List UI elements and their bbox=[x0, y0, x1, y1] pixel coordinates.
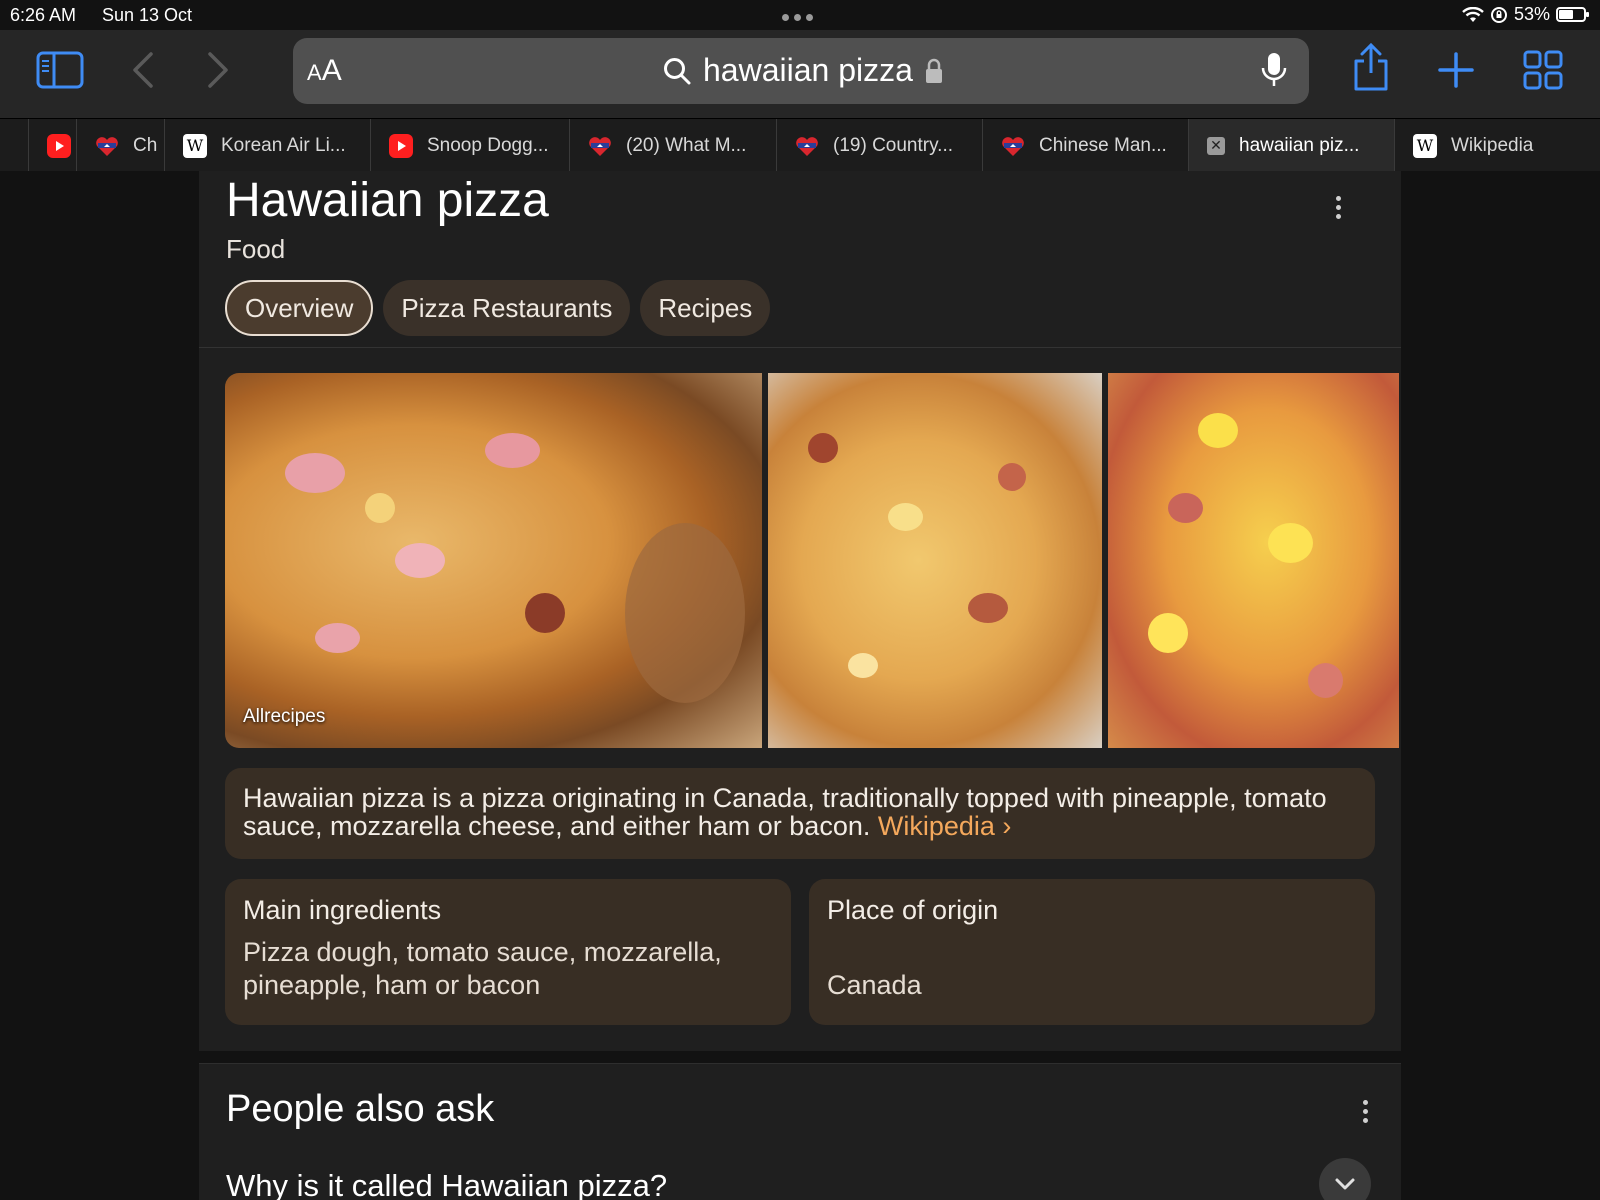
tab-country[interactable]: (19) Country... bbox=[776, 119, 982, 172]
heart-flag-icon bbox=[588, 134, 612, 158]
wikipedia-link[interactable]: Wikipedia › bbox=[878, 811, 1012, 841]
tab-hawaiian-pizza[interactable]: ✕ hawaiian piz... bbox=[1188, 119, 1394, 172]
section-heading: People also ask bbox=[226, 1088, 495, 1130]
heart-flag-icon bbox=[795, 134, 819, 158]
more-options-icon[interactable] bbox=[1336, 196, 1341, 219]
wikipedia-icon: W bbox=[1413, 133, 1437, 158]
tab-label: (20) What M... bbox=[626, 134, 747, 156]
tab-what-m[interactable]: (20) What M... bbox=[569, 119, 776, 172]
forward-icon[interactable] bbox=[203, 50, 233, 90]
browser-toolbar: AA hawaiian pizza bbox=[0, 30, 1600, 118]
panel-tabs: Overview Pizza Restaurants Recipes bbox=[225, 280, 771, 336]
description-card: Hawaiian pizza is a pizza originating in… bbox=[225, 768, 1375, 859]
status-indicators: 53% bbox=[1462, 4, 1589, 25]
tab-label: Snoop Dogg... bbox=[427, 134, 549, 156]
image-carousel: Allrecipes bbox=[225, 373, 1399, 748]
tab-label: Wikipedia bbox=[1451, 134, 1534, 156]
entity-type: Food bbox=[226, 234, 286, 264]
status-date: Sun 13 Oct bbox=[102, 5, 193, 25]
back-icon[interactable] bbox=[128, 50, 158, 90]
tab-wikipedia[interactable]: W Wikipedia bbox=[1394, 119, 1600, 172]
address-query[interactable]: hawaiian pizza bbox=[663, 52, 943, 89]
pizza-image-2[interactable] bbox=[768, 373, 1102, 748]
lock-icon bbox=[925, 58, 942, 83]
image-credit: Allrecipes bbox=[243, 706, 326, 727]
tab-label: Chinese Man... bbox=[1039, 134, 1167, 156]
heart-flag-icon bbox=[1001, 134, 1025, 158]
fact-main-ingredients[interactable]: Main ingredients Pizza dough, tomato sau… bbox=[225, 879, 791, 1025]
battery-icon bbox=[1556, 7, 1589, 22]
status-time: 6:26 AM bbox=[10, 5, 77, 25]
multitasking-dots[interactable] bbox=[782, 14, 813, 21]
heart-flag-icon bbox=[95, 134, 119, 158]
battery-percent: 53% bbox=[1513, 4, 1550, 24]
fact-label: Place of origin bbox=[827, 895, 999, 925]
wifi-icon bbox=[1462, 6, 1484, 22]
more-options-icon[interactable] bbox=[1363, 1100, 1368, 1123]
youtube-icon bbox=[47, 133, 71, 158]
page-title: Hawaiian pizza bbox=[226, 174, 549, 227]
tab-chinese-man[interactable]: Chinese Man... bbox=[982, 119, 1188, 172]
chip-recipes[interactable]: Recipes bbox=[640, 280, 771, 336]
tab-korean-air[interactable]: W Korean Air Li... bbox=[164, 119, 370, 172]
tab-label: Ch bbox=[133, 134, 158, 156]
fact-value: Pizza dough, tomato sauce, mozzarella, p… bbox=[243, 937, 722, 1000]
microphone-icon[interactable] bbox=[1261, 51, 1287, 94]
pizza-image-1[interactable]: Allrecipes bbox=[225, 373, 762, 748]
youtube-icon bbox=[389, 133, 413, 158]
knowledge-panel: Hawaiian pizza Food Overview Pizza Resta… bbox=[199, 171, 1401, 1051]
divider bbox=[199, 347, 1401, 348]
tab-snoop-dogg[interactable]: Snoop Dogg... bbox=[370, 119, 569, 172]
share-icon[interactable] bbox=[1350, 42, 1392, 94]
description-text: Hawaiian pizza is a pizza originating in… bbox=[243, 783, 1327, 841]
fact-place-of-origin[interactable]: Place of origin Canada bbox=[809, 879, 1375, 1025]
chip-pizza-restaurants[interactable]: Pizza Restaurants bbox=[383, 280, 631, 336]
address-bar[interactable]: AA hawaiian pizza bbox=[293, 38, 1309, 104]
search-query-text: hawaiian pizza bbox=[703, 52, 913, 88]
status-bar: 6:26 AM Sun 13 Oct 53% bbox=[0, 0, 1600, 30]
close-tab-icon[interactable]: ✕ bbox=[1207, 136, 1225, 155]
orientation-lock-icon bbox=[1490, 6, 1507, 23]
tab-bar: Ch W Korean Air Li... Snoop Dogg... (20)… bbox=[0, 118, 1600, 172]
reader-settings-button[interactable]: AA bbox=[307, 54, 342, 88]
sidebar-icon[interactable] bbox=[36, 50, 84, 90]
search-icon bbox=[664, 57, 691, 84]
chip-overview[interactable]: Overview bbox=[225, 280, 374, 336]
chevron-down-icon[interactable] bbox=[1319, 1158, 1371, 1200]
fact-label: Main ingredients bbox=[243, 895, 442, 925]
pizza-image-3[interactable] bbox=[1108, 373, 1399, 748]
tab-label: Korean Air Li... bbox=[221, 134, 346, 156]
question-item[interactable]: Why is it called Hawaiian pizza? bbox=[226, 1168, 667, 1200]
web-content: Hawaiian pizza Food Overview Pizza Resta… bbox=[0, 171, 1600, 1200]
tab-label: (19) Country... bbox=[833, 134, 954, 156]
wikipedia-icon: W bbox=[183, 133, 207, 158]
tab-youtube-partial[interactable] bbox=[28, 119, 76, 172]
tabs-overview-icon[interactable] bbox=[1522, 49, 1564, 91]
tab-label: hawaiian piz... bbox=[1239, 134, 1360, 156]
people-also-ask: People also ask Why is it called Hawaiia… bbox=[199, 1063, 1401, 1200]
fact-value: Canada bbox=[827, 970, 922, 1000]
tab-ch[interactable]: Ch bbox=[76, 119, 164, 172]
new-tab-icon[interactable] bbox=[1437, 50, 1475, 90]
